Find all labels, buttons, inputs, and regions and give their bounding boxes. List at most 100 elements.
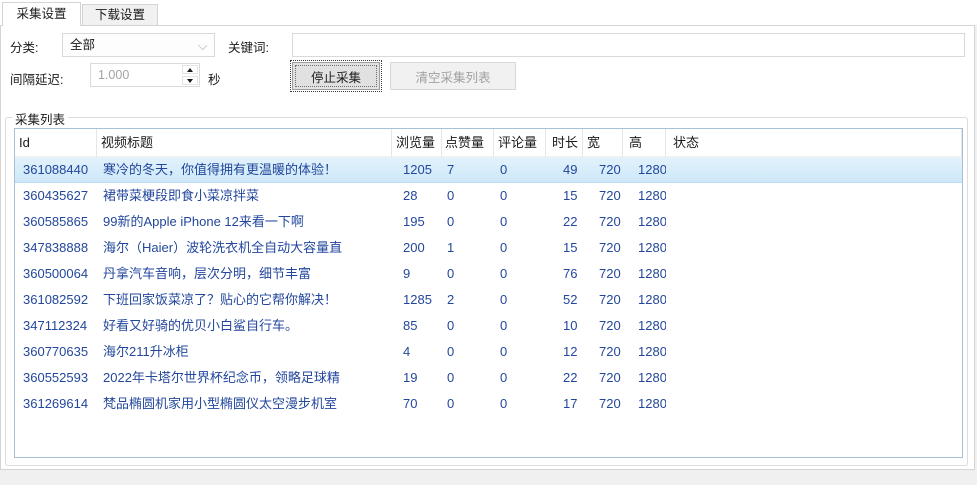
cell-id: 360585865 [15, 209, 97, 235]
column-header-width[interactable]: 宽 [583, 129, 623, 157]
cell-status [666, 261, 962, 287]
cell-height: 1280 [623, 287, 666, 313]
cell-id: 360500064 [15, 261, 97, 287]
delay-stepper[interactable] [90, 63, 200, 87]
cell-duration: 17 [546, 391, 583, 417]
table-row[interactable]: 360585865 99新的Apple iPhone 12来看一下啊 195 0… [15, 209, 962, 235]
column-header-likes[interactable]: 点赞量 [442, 129, 494, 157]
cell-height: 1280 [623, 261, 666, 287]
cell-duration: 49 [546, 158, 583, 182]
table-row[interactable]: 361082592 下班回家饭菜凉了？贴心的它帮你解决！ 1285 2 0 52… [15, 287, 962, 313]
column-header-comments[interactable]: 评论量 [494, 129, 546, 157]
cell-id: 361088440 [15, 158, 97, 182]
delay-input[interactable] [91, 64, 179, 86]
cell-height: 1280 [623, 183, 666, 209]
cell-height: 1280 [623, 209, 666, 235]
cell-status [666, 183, 962, 209]
table-row[interactable]: 360500064 丹拿汽车音响，层次分明，细节丰富 9 0 0 76 720 … [15, 261, 962, 287]
cell-height: 1280 [623, 158, 666, 182]
cell-status [666, 158, 962, 182]
cell-likes: 0 [442, 183, 494, 209]
clear-list-button[interactable]: 清空采集列表 [390, 62, 516, 90]
spin-up-button[interactable] [182, 65, 198, 74]
cell-height: 1280 [623, 365, 666, 391]
column-header-duration[interactable]: 时长 [546, 129, 583, 157]
cell-width: 720 [583, 235, 623, 261]
cell-comments: 0 [494, 287, 546, 313]
cell-views: 70 [392, 391, 442, 417]
cell-id: 361082592 [15, 287, 97, 313]
table-row[interactable]: 347838888 海尔（Haier）波轮洗衣机全自动大容量直 200 1 0 … [15, 235, 962, 261]
cell-duration: 22 [546, 209, 583, 235]
cell-duration: 15 [546, 235, 583, 261]
cell-views: 28 [392, 183, 442, 209]
cell-likes: 7 [442, 158, 494, 182]
cell-id: 360435627 [15, 183, 97, 209]
cell-id: 347112324 [15, 313, 97, 339]
app-window: 采集设置 下载设置 分类: 全部 关键词: 间隔延迟: 秒 停止采集 清空采集列… [0, 0, 977, 485]
cell-height: 1280 [623, 339, 666, 365]
column-header-title[interactable]: 视频标题 [97, 129, 392, 157]
cell-comments: 0 [494, 209, 546, 235]
cell-duration: 22 [546, 365, 583, 391]
table-row[interactable]: 360770635 海尔211升冰柜 4 0 0 12 720 1280 [15, 339, 962, 365]
arrow-down-icon [187, 79, 193, 83]
cell-views: 85 [392, 313, 442, 339]
cell-status [666, 287, 962, 313]
cell-views: 4 [392, 339, 442, 365]
cell-comments: 0 [494, 339, 546, 365]
tab-collect-settings[interactable]: 采集设置 [2, 2, 81, 26]
cell-likes: 0 [442, 261, 494, 287]
seconds-label: 秒 [208, 69, 221, 88]
list-header: Id 视频标题 浏览量 点赞量 评论量 时长 宽 高 状态 [15, 129, 962, 157]
cell-status [666, 313, 962, 339]
cell-width: 720 [583, 391, 623, 417]
cell-title: 寒冷的冬天，你值得拥有更温暖的体验！ [97, 158, 392, 182]
table-row[interactable]: 361269614 梵品椭圆机家用小型椭圆仪太空漫步机室 70 0 0 17 7… [15, 391, 962, 417]
column-header-status[interactable]: 状态 [666, 129, 962, 157]
table-row[interactable]: 360552593 2022年卡塔尔世界杯纪念币，领略足球精 19 0 0 22… [15, 365, 962, 391]
table-row[interactable]: 360435627 裙带菜梗段即食小菜凉拌菜 28 0 0 15 720 128… [15, 183, 962, 209]
cell-id: 361269614 [15, 391, 97, 417]
cell-height: 1280 [623, 391, 666, 417]
delay-label: 间隔延迟: [10, 69, 63, 88]
cell-views: 1285 [392, 287, 442, 313]
table-row[interactable]: 347112324 好看又好骑的优贝小白鲨自行车。 85 0 0 10 720 … [15, 313, 962, 339]
cell-id: 347838888 [15, 235, 97, 261]
cell-status [666, 365, 962, 391]
cell-likes: 0 [442, 209, 494, 235]
cell-views: 200 [392, 235, 442, 261]
keyword-input[interactable] [292, 33, 965, 57]
column-header-id[interactable]: Id [15, 129, 97, 157]
cell-width: 720 [583, 261, 623, 287]
column-header-views[interactable]: 浏览量 [392, 129, 442, 157]
cell-status [666, 209, 962, 235]
cell-height: 1280 [623, 235, 666, 261]
cell-comments: 0 [494, 391, 546, 417]
keyword-label: 关键词: [228, 37, 269, 56]
cell-likes: 1 [442, 235, 494, 261]
spin-down-button[interactable] [182, 76, 198, 85]
cell-duration: 76 [546, 261, 583, 287]
category-select[interactable]: 全部 [62, 33, 215, 57]
tab-download-settings[interactable]: 下载设置 [82, 4, 158, 25]
cell-height: 1280 [623, 313, 666, 339]
cell-width: 720 [583, 158, 623, 182]
table-row[interactable]: 361088440 寒冷的冬天，你值得拥有更温暖的体验！ 1205 7 0 49… [15, 157, 962, 183]
collect-list-groupbox: 采集列表 Id 视频标题 浏览量 点赞量 评论量 时长 宽 高 状态 36108… [5, 117, 968, 466]
cell-status [666, 235, 962, 261]
stop-collect-button[interactable]: 停止采集 [292, 62, 380, 90]
cell-likes: 0 [442, 313, 494, 339]
cell-title: 99新的Apple iPhone 12来看一下啊 [97, 209, 392, 235]
cell-title: 裙带菜梗段即食小菜凉拌菜 [97, 183, 392, 209]
cell-views: 19 [392, 365, 442, 391]
cell-comments: 0 [494, 158, 546, 182]
column-header-height[interactable]: 高 [623, 129, 666, 157]
cell-width: 720 [583, 365, 623, 391]
cell-status [666, 339, 962, 365]
groupbox-title: 采集列表 [12, 109, 68, 128]
cell-width: 720 [583, 339, 623, 365]
cell-duration: 52 [546, 287, 583, 313]
cell-views: 9 [392, 261, 442, 287]
arrow-up-icon [187, 68, 193, 72]
